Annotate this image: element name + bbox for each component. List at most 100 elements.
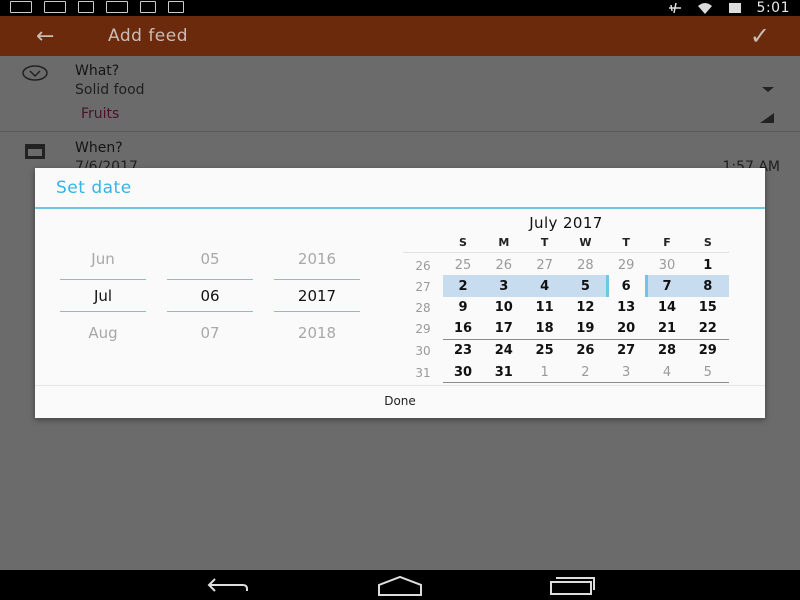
calendar-day[interactable]: 5 (688, 363, 728, 383)
calendar-day[interactable]: 13 (606, 298, 646, 318)
calendar-day[interactable]: 2 (443, 277, 483, 297)
calendar-day[interactable]: 28 (647, 341, 687, 361)
status-bar: 5:01 (0, 0, 800, 16)
week-number: 31 (415, 366, 431, 380)
arrow-back-icon[interactable]: ← (36, 24, 54, 49)
nav-home-icon[interactable] (376, 575, 424, 597)
year-picker[interactable]: 2016 2017 2018 (274, 238, 360, 348)
dropdown-arrow-icon[interactable] (762, 87, 774, 92)
calendar-day[interactable]: 3 (606, 363, 646, 383)
calendar-day[interactable]: 8 (688, 277, 728, 297)
food-icon (22, 65, 48, 81)
calendar-day[interactable]: 25 (525, 341, 565, 361)
calendar-view: July 2017 SMTWTFS 26 25 26 27 28 29 30 1 27 2 3 4 5 6… (403, 212, 729, 388)
picker-divider (60, 279, 146, 280)
calendar-day[interactable]: 10 (484, 298, 524, 318)
calendar-day[interactable]: 3 (484, 277, 524, 297)
app-bar: ← Add feed ✓ (0, 16, 800, 56)
calendar-day[interactable]: 26 (565, 341, 605, 361)
weekday-header: SMTWTFS (443, 236, 729, 252)
calendar-day[interactable]: 19 (565, 319, 605, 339)
calendar-day[interactable]: 22 (688, 319, 728, 339)
calendar-day[interactable]: 24 (484, 341, 524, 361)
weekday-label: T (622, 236, 630, 249)
dialog-title-divider (35, 207, 765, 209)
calendar-day[interactable]: 28 (565, 256, 605, 276)
spinner-corner-icon (760, 113, 774, 123)
calendar-day[interactable]: 9 (443, 298, 483, 318)
nav-back-icon[interactable] (205, 575, 251, 595)
calendar-day[interactable]: 20 (606, 319, 646, 339)
calendar-day[interactable]: 31 (484, 363, 524, 383)
calendar-day[interactable]: 17 (484, 319, 524, 339)
year-next[interactable]: 2018 (274, 324, 360, 342)
calendar-week-row: 26 25 26 27 28 29 30 1 (403, 256, 729, 276)
page-title: Add feed (108, 26, 189, 46)
food-type-select[interactable]: Solid food (75, 82, 145, 98)
calendar-week-row: 31 30 31 1 2 3 4 5 (403, 363, 729, 383)
month-current[interactable]: Jul (60, 287, 146, 305)
calendar-day[interactable]: 21 (647, 319, 687, 339)
calendar-day[interactable]: 5 (565, 277, 605, 297)
calendar-day[interactable]: 29 (606, 256, 646, 276)
dialog-title: Set date (56, 178, 132, 198)
header-divider (403, 252, 729, 253)
calendar-day[interactable]: 16 (443, 319, 483, 339)
done-button[interactable]: Done (35, 394, 765, 408)
calendar-day[interactable]: 4 (525, 277, 565, 297)
calendar-day[interactable]: 6 (606, 277, 646, 297)
calendar-day[interactable]: 7 (647, 277, 687, 297)
calendar-day[interactable]: 12 (565, 298, 605, 318)
notification-icons (10, 1, 184, 13)
check-icon[interactable]: ✓ (750, 22, 770, 50)
month-picker[interactable]: Jun Jul Aug (60, 238, 146, 348)
weekday-label: S (459, 236, 467, 249)
calendar-icon (25, 144, 45, 159)
calendar-day[interactable]: 25 (443, 256, 483, 276)
clock: 5:01 (756, 0, 790, 16)
weekday-label: F (663, 236, 671, 249)
month-prev[interactable]: Jun (60, 250, 146, 268)
calendar-month-title: July 2017 (529, 214, 603, 232)
year-current[interactable]: 2017 (274, 287, 360, 305)
wifi-icon (697, 3, 712, 14)
month-boundary-line (443, 339, 729, 340)
calendar-day[interactable]: 15 (688, 298, 728, 318)
year-prev[interactable]: 2016 (274, 250, 360, 268)
done-divider (35, 385, 765, 386)
calendar-day[interactable]: 1 (688, 256, 728, 276)
picker-divider (167, 279, 253, 280)
weekday-label: W (579, 236, 592, 249)
calendar-day[interactable]: 23 (443, 341, 483, 361)
month-next[interactable]: Aug (60, 324, 146, 342)
navigation-bar (0, 570, 800, 600)
day-picker[interactable]: 05 06 07 (167, 238, 253, 348)
calendar-day[interactable]: 26 (484, 256, 524, 276)
week-number: 28 (415, 301, 431, 315)
day-prev[interactable]: 05 (167, 250, 253, 268)
day-next[interactable]: 07 (167, 324, 253, 342)
calendar-week-row: 28 9 10 11 12 13 14 15 (403, 298, 729, 318)
calendar-day[interactable]: 30 (443, 363, 483, 383)
week-number: 30 (415, 344, 431, 358)
nav-recent-apps-icon[interactable] (548, 574, 596, 596)
calendar-day[interactable]: 27 (606, 341, 646, 361)
calendar-day[interactable]: 18 (525, 319, 565, 339)
calendar-day[interactable]: 11 (525, 298, 565, 318)
set-date-dialog: Set date Jun Jul Aug 05 06 07 2016 2017 … (35, 168, 765, 418)
calendar-week-row: 30 23 24 25 26 27 28 29 (403, 341, 729, 361)
calendar-day[interactable]: 30 (647, 256, 687, 276)
day-current[interactable]: 06 (167, 287, 253, 305)
calendar-day[interactable]: 1 (525, 363, 565, 383)
picker-divider (274, 279, 360, 280)
screen: 5:01 ← Add feed ✓ What? Solid food Fruit… (0, 0, 800, 600)
youtube-icon (106, 1, 128, 13)
food-subtype-select[interactable]: Fruits (81, 106, 119, 122)
calendar-day[interactable]: 14 (647, 298, 687, 318)
calendar-day[interactable]: 2 (565, 363, 605, 383)
week-number: 26 (415, 259, 431, 273)
calendar-day[interactable]: 29 (688, 341, 728, 361)
calendar-day[interactable]: 27 (525, 256, 565, 276)
calendar-day[interactable]: 4 (647, 363, 687, 383)
inbox-icon (140, 1, 156, 13)
